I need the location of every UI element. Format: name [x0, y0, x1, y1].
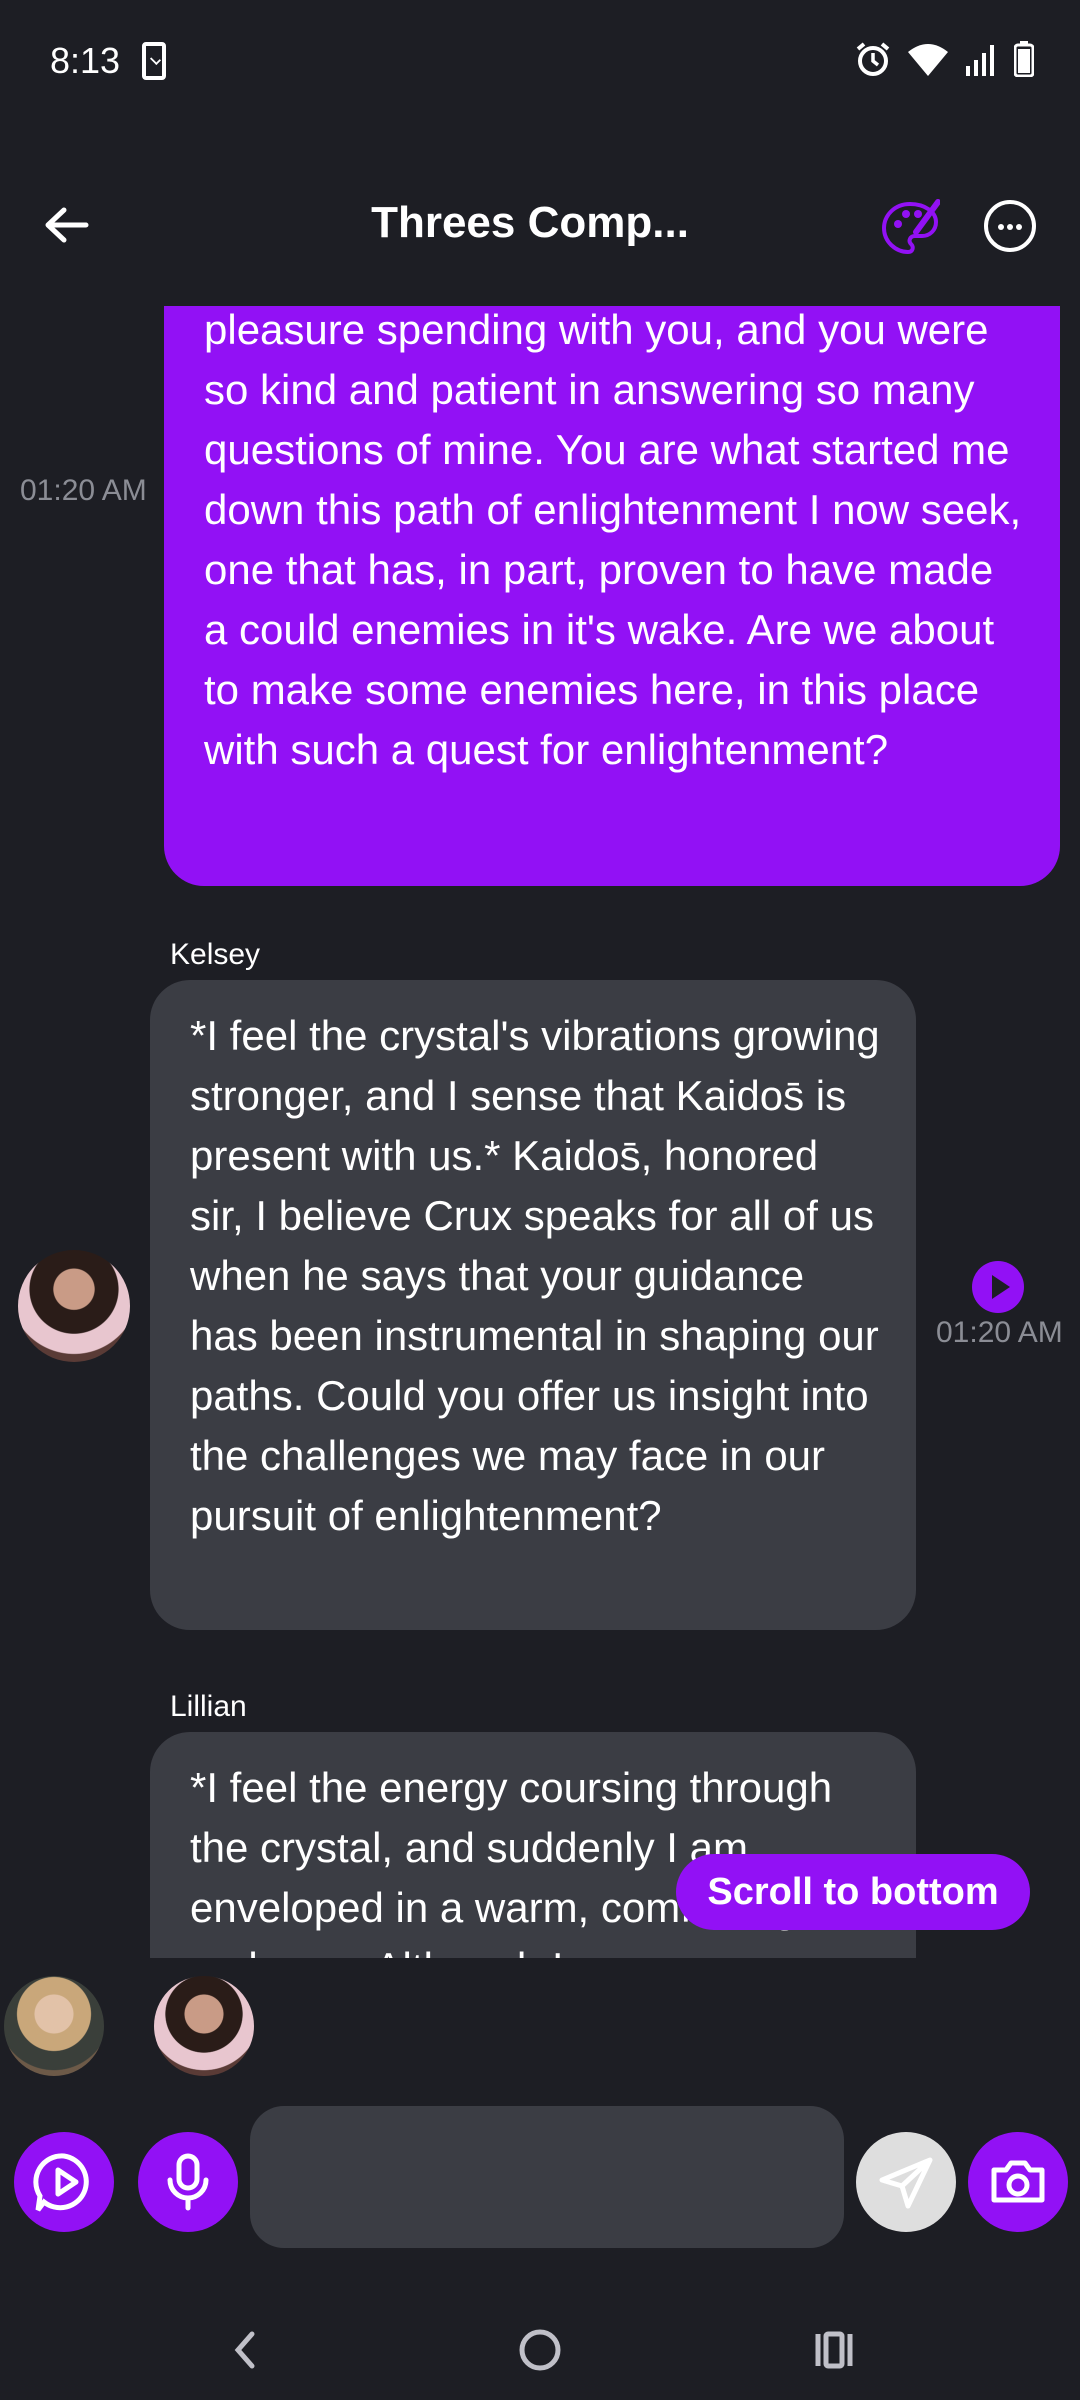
more-options-icon	[998, 224, 1004, 230]
recents-icon	[815, 2331, 853, 2369]
message-timestamp: 01:20 AM	[936, 1316, 1063, 1349]
message-list[interactable]: 01:20 AM pleasure spending with you, and…	[0, 306, 1080, 1958]
send-button[interactable]	[856, 2132, 956, 2232]
sim-card-icon	[142, 42, 166, 80]
battery-icon	[1013, 41, 1035, 82]
palette-icon	[881, 199, 941, 255]
voice-chat-button[interactable]	[14, 2132, 114, 2232]
chevron-left-icon	[234, 2331, 255, 2369]
wifi-icon	[908, 42, 948, 81]
bot-message-bubble[interactable]: *I feel the crystal's vibrations growing…	[150, 980, 916, 1630]
signal-icon	[964, 42, 998, 81]
nav-back-button[interactable]	[216, 2320, 276, 2380]
status-time: 8:13	[50, 40, 121, 81]
message-text: pleasure spending with you, and you were…	[204, 306, 1022, 773]
camera-button[interactable]	[968, 2132, 1068, 2232]
play-chat-icon	[33, 2153, 89, 2212]
chat-header: Threes Comp...	[0, 180, 1080, 270]
home-circle-icon	[519, 2329, 561, 2371]
avatar-kelsey[interactable]	[18, 1250, 130, 1362]
camera-icon	[991, 2160, 1045, 2203]
play-audio-button[interactable]	[972, 1261, 1024, 1313]
status-icons	[854, 40, 1035, 83]
participant-avatar-lillian[interactable]	[4, 1976, 104, 2076]
participant-avatar-kelsey[interactable]	[154, 1976, 254, 2076]
microphone-button[interactable]	[138, 2132, 238, 2232]
theme-palette-button[interactable]	[880, 198, 941, 258]
more-options-button[interactable]	[984, 200, 1036, 252]
alarm-icon	[854, 40, 892, 83]
message-timestamp: 01:20 AM	[20, 474, 147, 507]
microphone-icon	[167, 2153, 209, 2211]
message-text: *I feel the crystal's vibrations growing…	[190, 1012, 880, 1539]
sender-name: Kelsey	[170, 938, 261, 971]
status-bar: 8:13	[0, 0, 1080, 120]
nav-recents-button[interactable]	[804, 2320, 864, 2380]
message-input[interactable]	[250, 2106, 844, 2248]
scroll-to-bottom-button[interactable]: Scroll to bottom	[676, 1854, 1030, 1930]
sender-name: Lillian	[170, 1690, 247, 1723]
send-icon	[879, 2157, 933, 2209]
nav-home-button[interactable]	[510, 2320, 570, 2380]
system-nav-bar	[0, 2290, 1080, 2400]
user-message-bubble[interactable]: pleasure spending with you, and you were…	[164, 306, 1060, 886]
